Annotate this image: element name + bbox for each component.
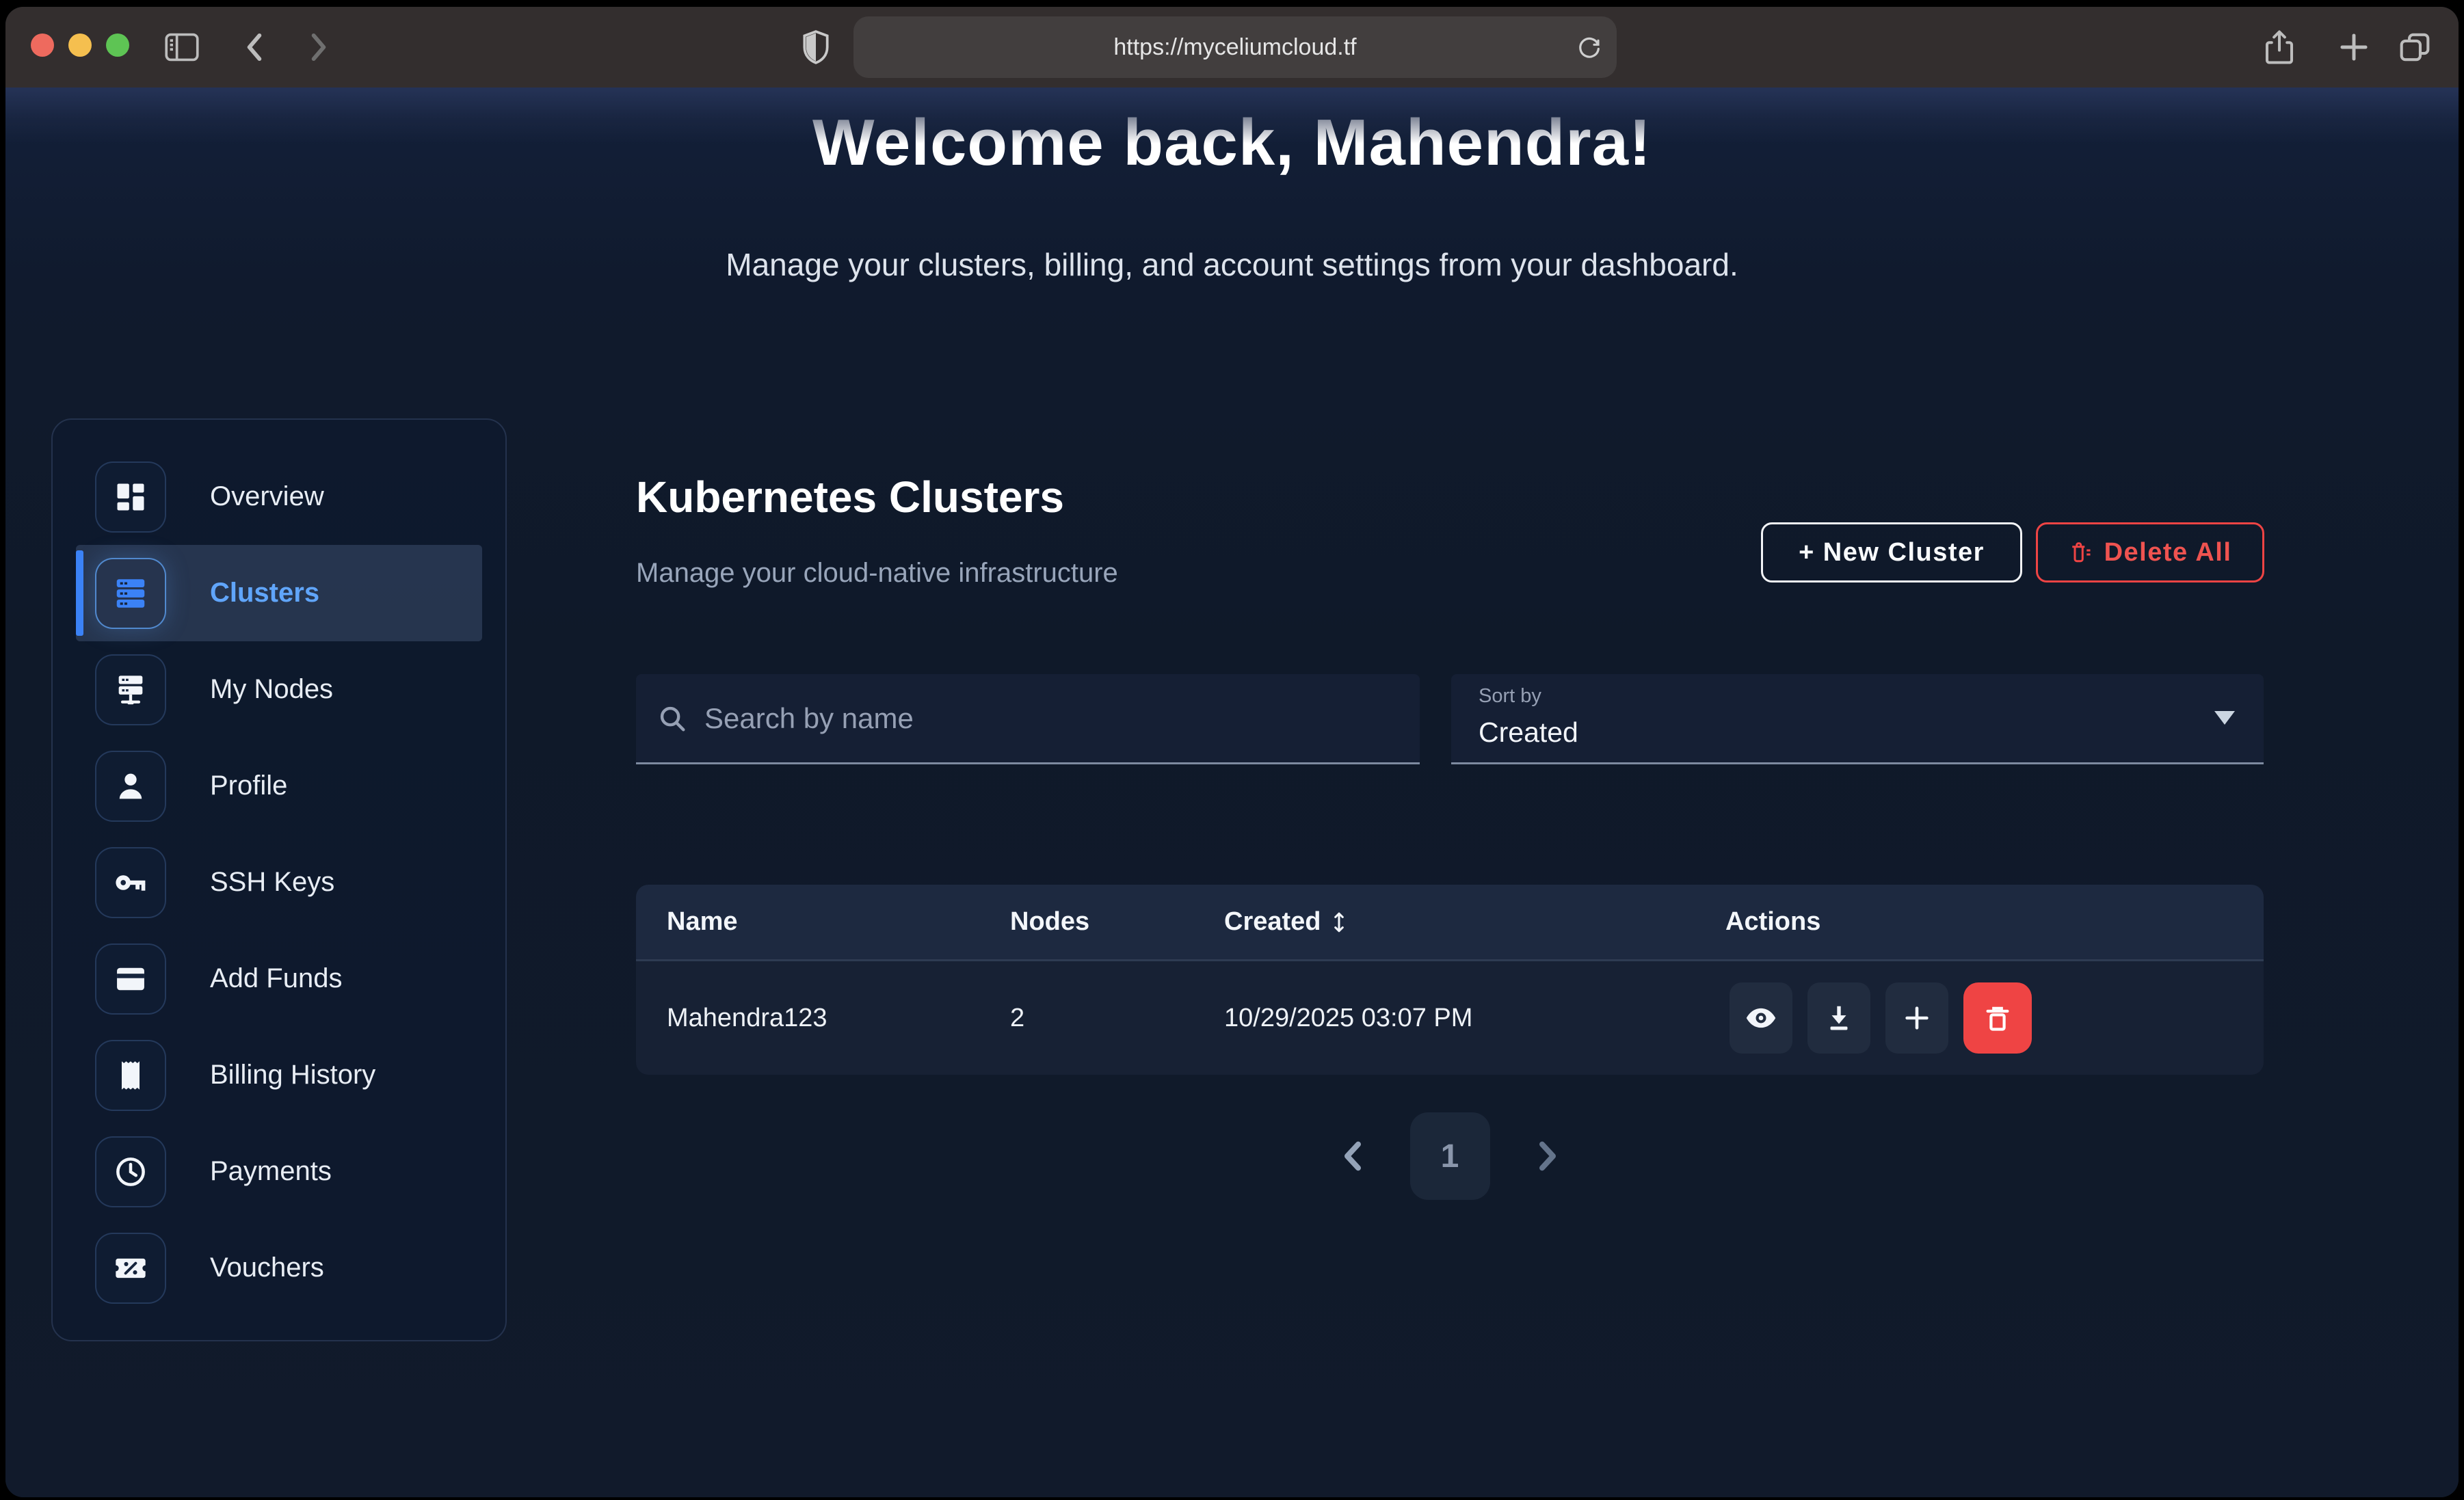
address-bar[interactable]: https://myceliumcloud.tf: [853, 16, 1617, 78]
dashboard-icon: [95, 461, 166, 533]
cell-cluster-name: Mahendra123: [667, 1004, 1010, 1033]
pagination: 1: [636, 1112, 2264, 1200]
sidebar-item-billing-history[interactable]: Billing History: [76, 1027, 482, 1123]
sidebar-item-label: Clusters: [210, 578, 319, 608]
download-kubeconfig-button[interactable]: [1807, 982, 1870, 1054]
delete-all-label: Delete All: [2104, 538, 2232, 567]
close-window-button[interactable]: [31, 34, 54, 57]
eye-icon: [1744, 1001, 1778, 1035]
sidebar-item-ssh-keys[interactable]: SSH Keys: [76, 834, 482, 930]
column-created[interactable]: Created: [1224, 907, 1725, 937]
browser-chrome: https://myceliumcloud.tf: [5, 7, 2459, 88]
sidebar-item-overview[interactable]: Overview: [76, 448, 482, 545]
sidebar-item-add-funds[interactable]: Add Funds: [76, 930, 482, 1027]
sidebar-item-profile[interactable]: Profile: [76, 738, 482, 834]
delete-all-button[interactable]: Delete All: [2036, 522, 2264, 582]
sort-select[interactable]: Sort by Created: [1451, 674, 2264, 764]
key-icon: [95, 847, 166, 918]
minimize-window-button[interactable]: [68, 34, 92, 57]
reload-icon[interactable]: [1576, 34, 1603, 61]
column-nodes: Nodes: [1010, 907, 1224, 937]
share-icon[interactable]: [2264, 29, 2295, 66]
search-box: [636, 674, 1420, 764]
next-page-button[interactable]: [1534, 1140, 1561, 1173]
url-text: https://myceliumcloud.tf: [1113, 34, 1356, 61]
sort-value: Created: [1479, 716, 1578, 749]
sort-label: Sort by: [1479, 685, 1541, 708]
sidebar-item-clusters[interactable]: Clusters: [76, 545, 482, 641]
sidebar-item-vouchers[interactable]: Vouchers: [76, 1220, 482, 1316]
previous-page-button[interactable]: [1339, 1140, 1366, 1173]
column-name: Name: [667, 907, 1010, 937]
dashboard-page: Welcome back, Mahendra! Manage your clus…: [5, 88, 2459, 1497]
sidebar-item-label: Payments: [210, 1156, 332, 1187]
maximize-window-button[interactable]: [106, 34, 129, 57]
forward-icon[interactable]: [305, 32, 332, 62]
row-actions: [1730, 982, 2264, 1054]
view-cluster-button[interactable]: [1730, 982, 1792, 1054]
new-cluster-button[interactable]: + New Cluster: [1761, 522, 2022, 582]
table-row: Mahendra123 2 10/29/2025 03:07 PM: [636, 961, 2264, 1075]
welcome-subtitle: Manage your clusters, billing, and accou…: [5, 246, 2459, 283]
clock-icon: [95, 1136, 166, 1207]
sidebar-item-label: Profile: [210, 771, 287, 801]
sidebar-item-my-nodes[interactable]: My Nodes: [76, 641, 482, 738]
credit-card-icon: [95, 943, 166, 1015]
table-header: Name Nodes Created Actions: [636, 885, 2264, 961]
page-number-button[interactable]: 1: [1410, 1112, 1490, 1200]
new-cluster-label: + New Cluster: [1799, 538, 1985, 567]
sidebar-item-label: Billing History: [210, 1060, 375, 1090]
page-subtitle: Manage your cloud-native infrastructure: [636, 558, 1118, 589]
nodes-icon: [95, 654, 166, 725]
sidebar-item-label: Overview: [210, 481, 324, 512]
search-input[interactable]: [704, 702, 1320, 735]
sidebar: Overview: [51, 418, 507, 1341]
clusters-icon: [95, 558, 166, 629]
sidebar-toggle-icon[interactable]: [164, 32, 200, 62]
trash-icon: [1982, 1002, 2013, 1034]
receipt-icon: [95, 1040, 166, 1111]
cell-nodes-count: 2: [1010, 1004, 1224, 1033]
sidebar-item-label: SSH Keys: [210, 867, 334, 898]
new-tab-icon[interactable]: [2339, 32, 2369, 62]
sort-arrows-icon: [1329, 911, 1349, 934]
download-icon: [1823, 1002, 1855, 1034]
voucher-ticket-icon: [95, 1233, 166, 1304]
sidebar-item-label: My Nodes: [210, 674, 333, 705]
chevron-down-icon: [2214, 711, 2235, 725]
privacy-shield-icon[interactable]: [802, 30, 830, 64]
add-node-button[interactable]: [1885, 982, 1948, 1054]
search-icon: [657, 703, 688, 734]
hero-fade-band: [5, 88, 2459, 144]
user-icon: [95, 751, 166, 822]
column-actions: Actions: [1725, 907, 2264, 937]
tab-overview-icon[interactable]: [2398, 30, 2432, 64]
sidebar-item-label: Vouchers: [210, 1253, 324, 1283]
sidebar-item-label: Add Funds: [210, 963, 342, 994]
page-title: Kubernetes Clusters: [636, 472, 1064, 522]
clusters-table: Name Nodes Created Actions Mahendra123: [636, 885, 2264, 1075]
browser-window: https://myceliumcloud.tf: [5, 7, 2459, 1497]
traffic-lights: [31, 34, 129, 57]
back-icon[interactable]: [241, 32, 268, 62]
plus-icon: [1901, 1002, 1933, 1034]
sidebar-item-payments[interactable]: Payments: [76, 1123, 482, 1220]
cell-created-date: 10/29/2025 03:07 PM: [1224, 1004, 1725, 1033]
delete-cluster-button[interactable]: [1963, 982, 2032, 1054]
trash-icon: [2069, 540, 2093, 565]
